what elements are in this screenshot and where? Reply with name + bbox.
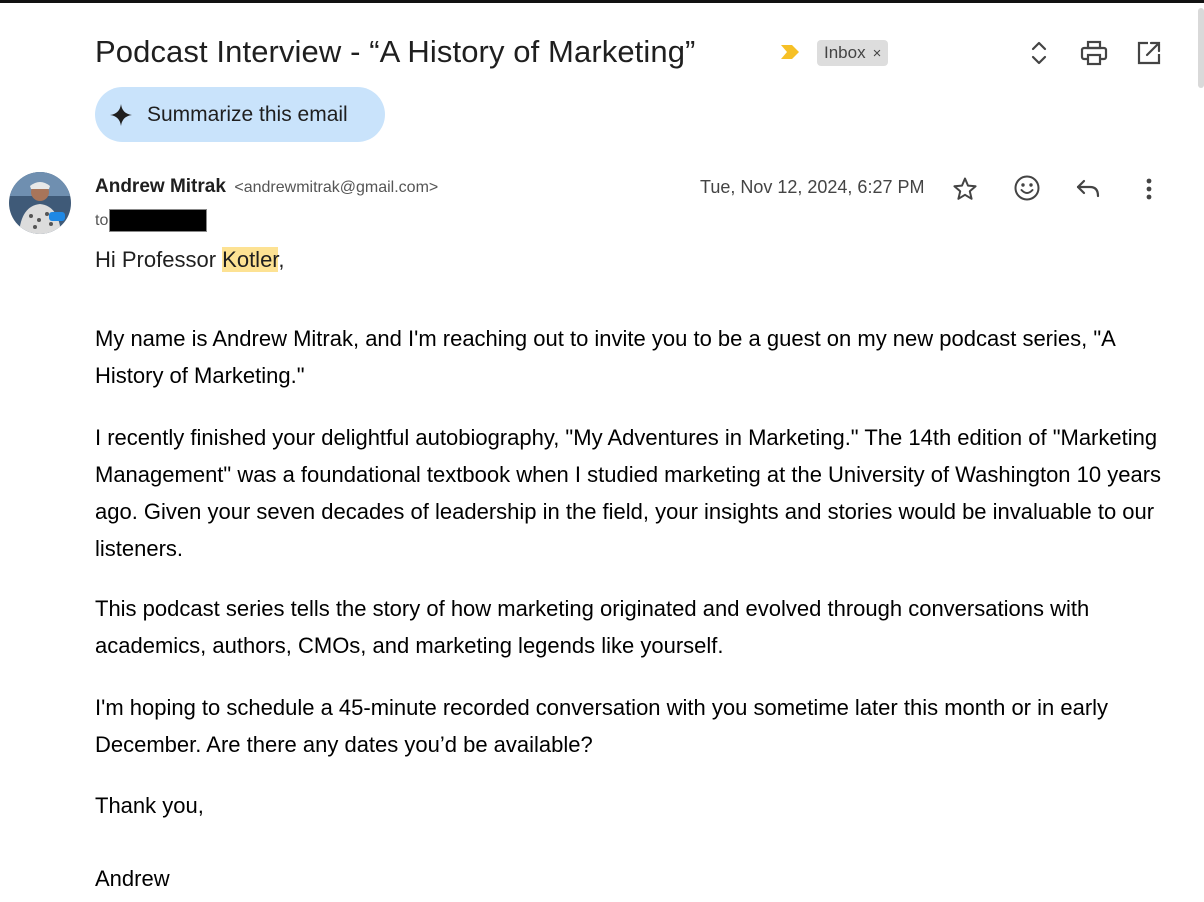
scrollbar[interactable]: [1198, 8, 1204, 88]
email-subject: Podcast Interview - “A History of Market…: [95, 34, 696, 69]
body-paragraph: My name is Andrew Mitrak, and I'm reachi…: [95, 326, 1115, 388]
summarize-label: Summarize this email: [147, 103, 348, 126]
email-greeting: Hi Professor Kotler,: [95, 247, 285, 273]
sign-off: Thank you,: [95, 793, 204, 818]
label-chip-text: Inbox: [824, 43, 866, 62]
to-label: to: [95, 211, 109, 229]
subject-row: Podcast Interview - “A History of Market…: [95, 30, 1174, 78]
remove-label-icon[interactable]: ×: [873, 45, 882, 62]
sparkle-icon: [110, 104, 132, 126]
star-icon[interactable]: [948, 172, 982, 206]
body-paragraph: This podcast series tells the story of h…: [95, 596, 1090, 658]
window-top-border: [0, 0, 1204, 3]
body-paragraph: I'm hoping to schedule a 45-minute recor…: [95, 695, 1109, 757]
reply-icon[interactable]: [1071, 172, 1105, 206]
print-icon[interactable]: [1077, 36, 1111, 70]
open-in-new-window-icon[interactable]: [1132, 36, 1166, 70]
sender-line: Andrew Mitrak <andrewmitrak@gmail.com>: [95, 176, 438, 198]
expand-collapse-icon[interactable]: [1022, 36, 1056, 70]
recipient-line: to: [95, 209, 208, 232]
sender-email: <andrewmitrak@gmail.com>: [234, 179, 439, 196]
greeting-prefix: Hi Professor: [95, 247, 223, 272]
summarize-email-button[interactable]: Summarize this email: [95, 87, 385, 142]
emoji-reaction-icon[interactable]: [1010, 171, 1044, 205]
greeting-suffix: ,: [278, 247, 285, 272]
signature: Andrew: [95, 866, 170, 891]
important-marker-icon[interactable]: [779, 43, 801, 61]
sender-avatar[interactable]: [9, 172, 71, 234]
email-date: Tue, Nov 12, 2024, 6:27 PM: [700, 177, 925, 197]
body-paragraph: I recently finished your delightful auto…: [95, 425, 1162, 561]
more-vertical-icon[interactable]: [1132, 172, 1166, 206]
sender-name[interactable]: Andrew Mitrak: [95, 176, 226, 197]
highlighted-name: Kotler: [222, 247, 279, 272]
redacted-recipient: [109, 209, 208, 232]
label-chip-inbox: Inbox ×: [817, 40, 889, 66]
